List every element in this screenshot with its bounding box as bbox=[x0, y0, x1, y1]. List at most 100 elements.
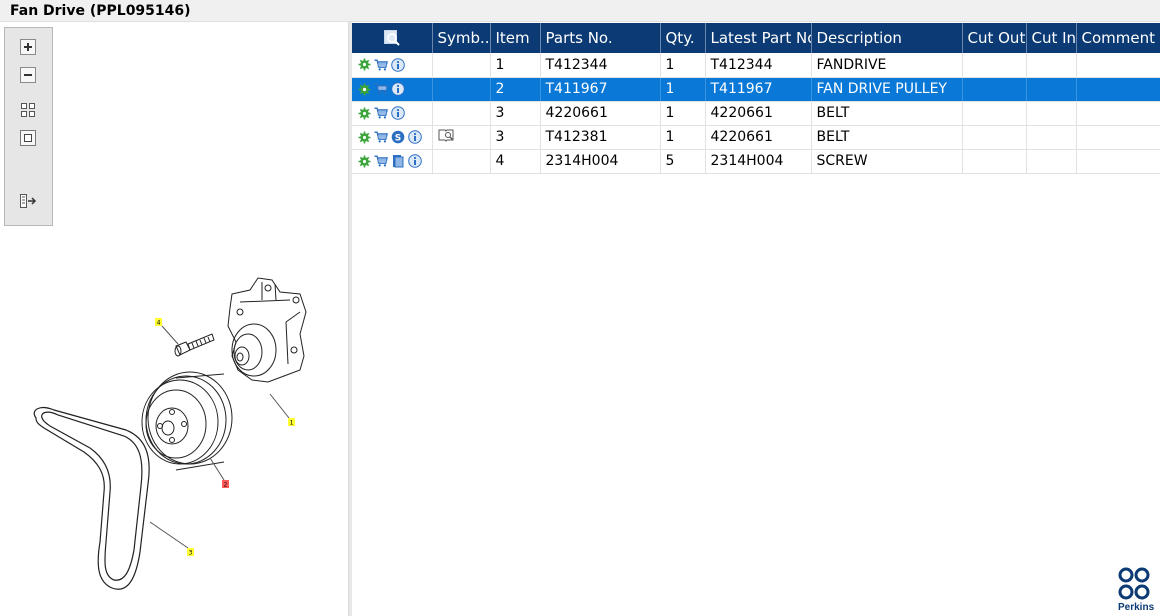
perkins-logo: Perkins bbox=[1114, 566, 1160, 616]
gear-icon[interactable] bbox=[357, 82, 371, 96]
cell-qty: 1 bbox=[660, 101, 706, 126]
cart-icon[interactable] bbox=[374, 154, 388, 168]
cell-symbol bbox=[432, 149, 491, 174]
column-header-description[interactable]: Description bbox=[811, 23, 963, 53]
search-icon[interactable] bbox=[383, 29, 401, 47]
callout-label: 4 bbox=[157, 320, 161, 327]
book-search-icon[interactable] bbox=[438, 128, 456, 142]
cell-cut-in bbox=[1026, 101, 1077, 126]
cell-cut-out bbox=[962, 149, 1027, 174]
cell-latest-part-no: T411967 bbox=[705, 77, 812, 102]
row-actions bbox=[352, 101, 433, 126]
cell-comment bbox=[1076, 77, 1160, 102]
info-icon[interactable] bbox=[391, 57, 405, 72]
zoom-in-icon[interactable] bbox=[18, 37, 38, 57]
cart-icon[interactable] bbox=[374, 58, 388, 72]
cart-icon[interactable] bbox=[374, 82, 388, 96]
row-actions bbox=[352, 77, 433, 102]
cell-cut-in bbox=[1026, 77, 1077, 102]
column-header-symbol[interactable]: Symb... bbox=[432, 23, 491, 53]
cell-latest-part-no: 2314H004 bbox=[705, 149, 812, 174]
parts-list-pane: Symb... Item Parts No. Qty. Latest Part … bbox=[352, 22, 1160, 616]
document-icon[interactable] bbox=[391, 154, 405, 168]
fit-window-icon[interactable] bbox=[18, 128, 38, 148]
cell-item: 3 bbox=[490, 101, 541, 126]
cell-description: FAN DRIVE PULLEY bbox=[811, 77, 963, 102]
cell-part-no: T412344 bbox=[540, 53, 661, 78]
table-row[interactable]: 1 T412344 1 T412344 FANDRIVE bbox=[352, 53, 1160, 78]
cell-qty: 5 bbox=[660, 149, 706, 174]
service-icon[interactable]: S bbox=[391, 130, 405, 144]
zoom-toolbox bbox=[4, 27, 53, 226]
column-header-cut-in[interactable]: Cut In bbox=[1026, 23, 1077, 53]
row-actions bbox=[352, 53, 433, 78]
cell-description: SCREW bbox=[811, 149, 963, 174]
cell-description: BELT bbox=[811, 125, 963, 150]
cell-latest-part-no: 4220661 bbox=[705, 125, 812, 150]
brand-name: Perkins bbox=[1118, 602, 1155, 613]
fit-all-icon[interactable] bbox=[18, 100, 38, 120]
column-header-actions[interactable] bbox=[352, 23, 433, 53]
info-icon[interactable] bbox=[408, 130, 422, 144]
callout-label: 2 bbox=[224, 482, 228, 489]
cell-symbol bbox=[432, 101, 491, 126]
diagram-pane[interactable]: 4 1 2 3 bbox=[0, 22, 348, 616]
table-row[interactable]: 2 T411967 1 T411967 FAN DRIVE PULLEY bbox=[352, 77, 1160, 102]
cell-comment bbox=[1076, 149, 1160, 174]
cell-latest-part-no: T412344 bbox=[705, 53, 812, 78]
cell-qty: 1 bbox=[660, 125, 706, 150]
table-row[interactable]: S 3 T412381 1 4220661 BELT bbox=[352, 125, 1160, 150]
cell-item: 4 bbox=[490, 149, 541, 174]
row-actions: S bbox=[352, 125, 433, 150]
cell-cut-in bbox=[1026, 125, 1077, 150]
exploded-parts-diagram[interactable]: 4 1 2 3 bbox=[0, 252, 348, 616]
gear-icon[interactable] bbox=[357, 58, 371, 72]
info-icon[interactable] bbox=[391, 82, 405, 96]
cell-comment bbox=[1076, 101, 1160, 126]
row-actions bbox=[352, 149, 433, 174]
column-header-cut-out[interactable]: Cut Out bbox=[962, 23, 1027, 53]
cart-icon[interactable] bbox=[374, 106, 388, 120]
cell-description: FANDRIVE bbox=[811, 53, 963, 78]
cell-item: 1 bbox=[490, 53, 541, 78]
cell-part-no: T412381 bbox=[540, 125, 661, 150]
cell-part-no: T411967 bbox=[540, 77, 661, 102]
cell-item: 2 bbox=[490, 77, 541, 102]
perkins-logo-icon bbox=[1118, 567, 1150, 600]
cell-comment bbox=[1076, 53, 1160, 78]
column-header-item[interactable]: Item bbox=[490, 23, 541, 53]
cell-part-no: 4220661 bbox=[540, 101, 661, 126]
column-header-comment[interactable]: Comment bbox=[1076, 23, 1160, 53]
cell-latest-part-no: 4220661 bbox=[705, 101, 812, 126]
cell-symbol bbox=[432, 77, 491, 102]
export-icon[interactable] bbox=[18, 191, 38, 211]
info-icon[interactable] bbox=[391, 106, 405, 120]
gear-icon[interactable] bbox=[357, 154, 371, 168]
cell-symbol bbox=[432, 53, 491, 78]
table-row[interactable]: 3 4220661 1 4220661 BELT bbox=[352, 101, 1160, 126]
column-header-parts-no[interactable]: Parts No. bbox=[540, 23, 661, 53]
gear-icon[interactable] bbox=[357, 130, 371, 144]
svg-text:S: S bbox=[395, 134, 401, 144]
column-header-qty[interactable]: Qty. bbox=[660, 23, 706, 53]
parts-table: Symb... Item Parts No. Qty. Latest Part … bbox=[352, 23, 1160, 174]
table-row[interactable]: 4 2314H004 5 2314H004 SCREW bbox=[352, 149, 1160, 174]
zoom-out-icon[interactable] bbox=[18, 65, 38, 85]
callout-label: 1 bbox=[290, 420, 294, 427]
cart-icon[interactable] bbox=[374, 130, 388, 144]
title-bar: Fan Drive (PPL095146) bbox=[0, 0, 1160, 22]
cell-comment bbox=[1076, 125, 1160, 150]
cell-symbol bbox=[432, 125, 491, 150]
poly-v-belt bbox=[33, 406, 150, 590]
window-title: Fan Drive (PPL095146) bbox=[10, 3, 191, 19]
bolt bbox=[174, 333, 215, 357]
column-header-latest-part-no[interactable]: Latest Part No. bbox=[705, 23, 812, 53]
gear-icon[interactable] bbox=[357, 106, 371, 120]
cell-cut-out bbox=[962, 77, 1027, 102]
cell-qty: 1 bbox=[660, 77, 706, 102]
cell-qty: 1 bbox=[660, 53, 706, 78]
table-header-row: Symb... Item Parts No. Qty. Latest Part … bbox=[352, 23, 1160, 53]
cell-description: BELT bbox=[811, 101, 963, 126]
cell-part-no: 2314H004 bbox=[540, 149, 661, 174]
info-icon[interactable] bbox=[408, 154, 422, 168]
